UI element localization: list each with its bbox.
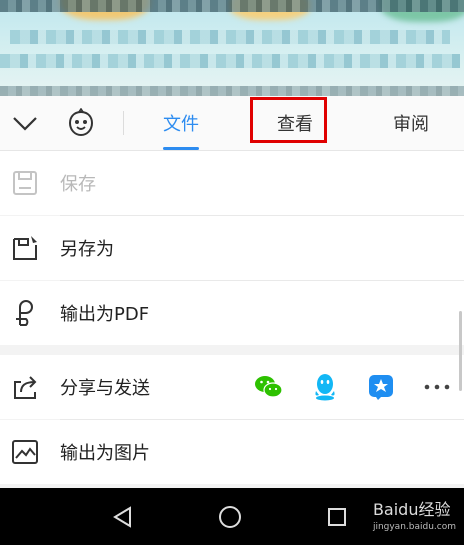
menu-item-save[interactable]: 保存 (0, 151, 464, 215)
save-as-icon (10, 233, 40, 263)
menu-item-export-image[interactable]: 输出为图片 (0, 420, 464, 484)
share-icon (10, 372, 40, 402)
back-icon[interactable] (108, 502, 138, 532)
tim-icon[interactable] (366, 372, 396, 402)
tab-review[interactable]: 审阅 (380, 96, 442, 150)
baidu-jingyan-watermark: Baidu经验 jingyan.baidu.com (373, 496, 456, 532)
menu-item-share-send[interactable]: 分享与发送 (0, 355, 464, 419)
ribbon-toolbar: 文件 查看 审阅 (0, 96, 464, 151)
pdf-icon (10, 298, 40, 328)
menu-item-label: 输出为图片 (60, 443, 150, 464)
home-icon[interactable] (215, 502, 245, 532)
scrollbar[interactable] (459, 311, 462, 391)
image-icon (10, 437, 40, 467)
blurred-text-line (10, 30, 450, 44)
menu-item-label: 输出为PDF (60, 304, 150, 325)
file-menu: 保存 另存为 输出为PDF 分享与发送 输出为图片 (0, 151, 464, 488)
recents-icon[interactable] (322, 502, 352, 532)
watermark-brand: Baidu经验 (372, 500, 451, 519)
tab-label: 审阅 (393, 114, 429, 135)
share-targets (254, 355, 452, 419)
qq-icon[interactable] (310, 372, 340, 402)
more-icon[interactable] (422, 372, 452, 402)
menu-item-save-as[interactable]: 另存为 (0, 216, 464, 280)
annotation-highlight-box (250, 97, 327, 143)
menu-item-label: 保存 (60, 174, 96, 195)
save-icon (10, 168, 40, 198)
watermark-url: jingyan.baidu.com (372, 522, 456, 532)
blurred-text-line (0, 86, 464, 96)
tab-label: 文件 (163, 114, 199, 135)
menu-item-export-pdf[interactable]: 输出为PDF (0, 281, 464, 345)
blurred-text-line (0, 0, 464, 12)
blurred-text-line (0, 54, 460, 68)
tab-file[interactable]: 文件 (150, 96, 212, 150)
wechat-icon[interactable] (254, 372, 284, 402)
menu-item-label: 分享与发送 (60, 378, 150, 399)
system-nav-bar: Baidu经验 jingyan.baidu.com (0, 488, 464, 545)
document-preview (0, 0, 464, 96)
active-tab-indicator (163, 147, 199, 150)
assistant-face-icon[interactable] (64, 106, 98, 140)
menu-item-label: 另存为 (60, 239, 114, 260)
toolbar-divider (123, 111, 124, 135)
chevron-down-icon[interactable] (8, 106, 42, 140)
